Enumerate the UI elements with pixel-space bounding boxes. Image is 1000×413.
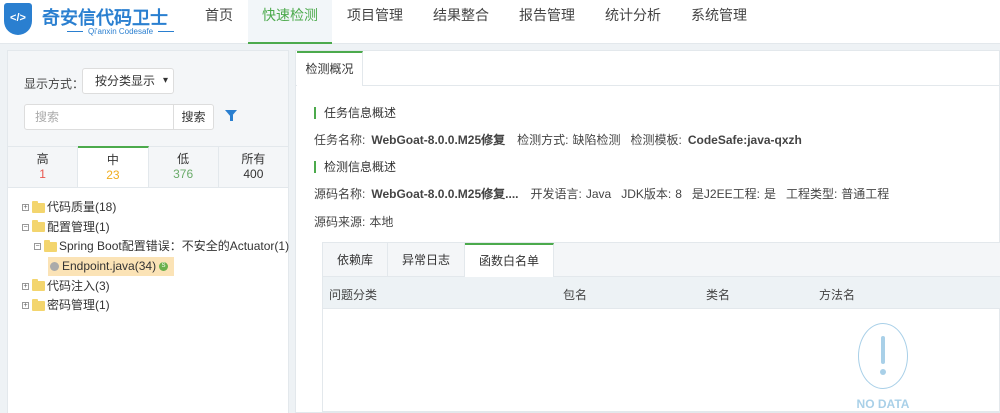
severity-tabs: 高1 中 23 低 376 所有 400 xyxy=(8,146,288,188)
tab-function-whitelist[interactable]: 函数白名单 xyxy=(465,243,555,278)
severity-tab-all[interactable]: 所有 400 xyxy=(219,147,288,187)
folder-open-icon xyxy=(44,239,57,252)
source-origin-row: 源码来源: 本地 xyxy=(314,213,403,230)
issue-panel: 显示方式： 按分类显示 搜索 高1 中23 低376 所有400 + 代码质量(1… xyxy=(7,50,289,413)
tree-node-label: 配置管理(1) xyxy=(47,219,110,234)
severity-count: 23 xyxy=(106,168,120,182)
nav-projects[interactable]: 项目管理 xyxy=(332,0,418,44)
logo-subtitle: Qi'anxin Codesafe xyxy=(62,27,179,36)
file-icon xyxy=(50,262,59,272)
tree-node-label: 密码管理(1) xyxy=(47,298,110,313)
language: Java xyxy=(585,187,612,201)
detect-section-title: 检测信息概述 xyxy=(314,161,396,173)
column-header: 方法名 xyxy=(819,288,856,302)
code-shield-icon: </> xyxy=(4,3,32,35)
label: 检测方式: xyxy=(517,133,569,147)
is-j2ee: 是 xyxy=(763,187,776,201)
detect-info-row: 源码名称: WebGoat-8.0.0.M25修复.... 开发语言: Java JDK… xyxy=(314,185,899,202)
display-mode-label: 显示方式： xyxy=(24,77,85,91)
severity-label: 低 xyxy=(177,152,190,166)
empty-state: NO DATA xyxy=(853,323,913,411)
template: CodeSafe:java-qxzh xyxy=(687,133,802,147)
tree-leaf-selected[interactable]: Endpoint.java(34) S xyxy=(22,257,289,277)
severity-count: 400 xyxy=(243,167,264,181)
expand-icon[interactable]: + xyxy=(22,282,29,290)
column-header: 问题分类 xyxy=(329,288,378,302)
label: JDK版本: xyxy=(621,187,672,201)
column-header: 类名 xyxy=(706,288,731,302)
nav-statistics[interactable]: 统计分析 xyxy=(590,0,676,44)
source-origin: 本地 xyxy=(369,215,394,229)
tab-error-log[interactable]: 异常日志 xyxy=(388,243,466,276)
tab-dependencies[interactable]: 依赖库 xyxy=(323,243,389,276)
severity-count: 1 xyxy=(39,167,46,181)
collapse-icon[interactable]: − xyxy=(34,243,41,251)
tree-node[interactable]: + 密码管理(1) xyxy=(22,296,289,316)
tree-node-label: 代码质量(18) xyxy=(47,200,117,215)
label: 检测模板: xyxy=(630,133,682,147)
table-header: 问题分类 包名 类名 方法名 xyxy=(323,277,1000,309)
detail-panel: 检测概况 任务信息概述 任务名称: WebGoat-8.0.0.M25修复 检测方式… xyxy=(295,50,1000,413)
jdk-version: 8 xyxy=(675,187,682,201)
label: 工程类型: xyxy=(785,187,838,201)
label: 开发语言: xyxy=(530,187,582,201)
search-button[interactable]: 搜索 xyxy=(173,104,214,130)
expand-icon[interactable]: + xyxy=(22,204,29,212)
tree-node[interactable]: − Spring Boot配置错误：不安全的Actuator(1) xyxy=(22,237,289,257)
top-header: </> 奇安信代码卫士 Qi'anxin Codesafe 首页 快速检测 项目… xyxy=(0,0,1000,44)
label: 是J2EE工程: xyxy=(691,187,760,201)
folder-open-icon xyxy=(32,220,45,233)
nav-system[interactable]: 系统管理 xyxy=(676,0,762,44)
tree-node-label: Endpoint.java(34) xyxy=(62,259,157,274)
expand-icon[interactable]: + xyxy=(22,302,29,310)
source-name: WebGoat-8.0.0.M25修复.... xyxy=(371,187,519,201)
status-badge: S xyxy=(159,262,169,272)
nav-reports[interactable]: 报告管理 xyxy=(504,0,590,44)
severity-label: 中 xyxy=(106,153,119,167)
main-nav: 首页 快速检测 项目管理 结果整合 报告管理 统计分析 系统管理 xyxy=(190,0,762,44)
sub-panel: 依赖库 异常日志 函数白名单 问题分类 包名 类名 方法名 NO DATA xyxy=(322,242,1000,412)
severity-tab-low[interactable]: 低 376 xyxy=(149,147,219,187)
tree-node-label: 代码注入(3) xyxy=(47,278,110,293)
task-info-row: 任务名称: WebGoat-8.0.0.M25修复 检测方式: 缺陷检测 检测模板: Co… xyxy=(314,131,814,148)
no-data-text: NO DATA xyxy=(856,397,910,411)
filter-icon[interactable] xyxy=(225,110,237,121)
task-name: WebGoat-8.0.0.M25修复 xyxy=(371,133,506,147)
task-section-title: 任务信息概述 xyxy=(314,107,396,119)
nav-quick-scan[interactable]: 快速检测 xyxy=(248,0,332,44)
collapse-icon[interactable]: − xyxy=(22,223,29,231)
folder-icon xyxy=(32,200,45,213)
label: 任务名称: xyxy=(314,133,366,147)
exclamation-icon xyxy=(858,323,908,389)
severity-label: 所有 xyxy=(241,152,266,166)
detect-mode: 缺陷检测 xyxy=(572,133,621,147)
logo[interactable]: </> 奇安信代码卫士 Qi'anxin Codesafe xyxy=(4,3,184,41)
tree-node[interactable]: + 代码注入(3) xyxy=(22,276,289,296)
search-input[interactable] xyxy=(24,104,174,130)
label: 源码来源: xyxy=(314,215,366,229)
project-type: 普通工程 xyxy=(841,187,890,201)
severity-label: 高 xyxy=(36,152,49,166)
column-header: 包名 xyxy=(563,288,588,302)
label: 源码名称: xyxy=(314,187,366,201)
tab-overview[interactable]: 检测概况 xyxy=(297,51,363,86)
folder-icon xyxy=(32,298,45,311)
nav-result-merge[interactable]: 结果整合 xyxy=(418,0,504,44)
severity-tab-high[interactable]: 高1 xyxy=(8,147,79,187)
folder-icon xyxy=(32,279,45,292)
severity-tab-medium[interactable]: 中 23 xyxy=(78,146,149,187)
tree-node[interactable]: + 代码质量(18) xyxy=(22,198,289,218)
severity-count: 376 xyxy=(173,167,194,181)
display-mode-select[interactable]: 按分类显示 xyxy=(82,68,174,94)
tree-node[interactable]: − 配置管理(1) xyxy=(22,218,289,238)
issue-tree: + 代码质量(18) − 配置管理(1) − Spring Boot配置错误：不安全的… xyxy=(8,188,289,413)
tree-node-label: Spring Boot配置错误：不安全的Actuator(1) xyxy=(59,239,290,254)
nav-home[interactable]: 首页 xyxy=(190,0,248,44)
